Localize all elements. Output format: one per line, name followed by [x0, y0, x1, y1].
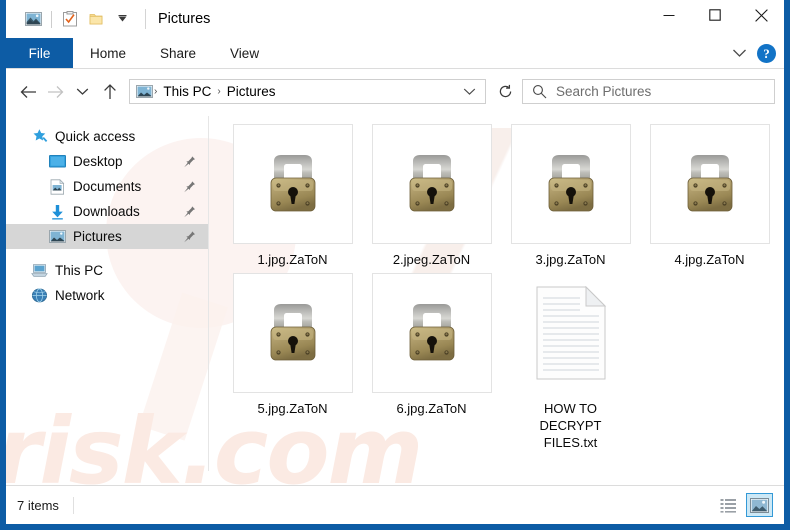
file-explorer-window: risk.com Pictures File Home Share View ?…	[0, 0, 790, 530]
window-title: Pictures	[145, 9, 210, 29]
pictures-folder-icon[interactable]	[20, 6, 46, 32]
sidebar-item-label: This PC	[55, 263, 104, 278]
file-name: 2.jpeg.ZaToN	[392, 252, 471, 267]
file-thumbnail	[649, 124, 770, 244]
sidebar-item-this-pc[interactable]: This PC	[6, 258, 208, 283]
text-file-icon	[536, 286, 606, 380]
maximize-button[interactable]	[692, 0, 738, 30]
desktop-icon	[48, 153, 66, 171]
recent-locations-chevron-down-icon[interactable]	[69, 78, 96, 106]
navigation-pane: Quick access Desktop Documents Downloads…	[6, 114, 208, 485]
properties-icon[interactable]	[57, 6, 83, 32]
new-folder-icon[interactable]	[83, 6, 109, 32]
file-thumbnail	[510, 124, 631, 244]
file-item[interactable]: 1.jpg.ZaToN	[223, 124, 362, 268]
pin-icon[interactable]	[183, 229, 196, 248]
tab-view[interactable]: View	[213, 38, 276, 68]
pictures-icon	[48, 228, 66, 246]
ribbon-right-controls: ?	[732, 38, 776, 69]
file-item[interactable]: HOW TO DECRYPT FILES.txt	[501, 273, 640, 451]
tab-file[interactable]: File	[6, 38, 73, 68]
status-bar: 7 items	[6, 485, 784, 524]
sidebar-item-label: Quick access	[55, 129, 136, 144]
close-button[interactable]	[738, 0, 784, 30]
details-view-button[interactable]	[715, 493, 742, 517]
file-list-view: 1.jpg.ZaToN 2.jpeg.ZaToN 3.jpg.ZaToN 4.j…	[209, 114, 784, 485]
file-item[interactable]: 2.jpeg.ZaToN	[362, 124, 501, 268]
thumbnail-view-button[interactable]	[746, 493, 773, 517]
documents-icon	[48, 178, 66, 196]
sidebar-item-label: Desktop	[73, 154, 123, 169]
refresh-button[interactable]	[492, 79, 518, 104]
file-name: 5.jpg.ZaToN	[257, 401, 328, 416]
file-name: 3.jpg.ZaToN	[535, 252, 606, 267]
breadcrumb-pictures[interactable]: Pictures	[222, 80, 281, 103]
sidebar-item-downloads[interactable]: Downloads	[6, 199, 208, 224]
sidebar-item-label: Network	[55, 288, 105, 303]
ribbon-tab-bar: File Home Share View ?	[6, 38, 784, 69]
sidebar-item-label: Downloads	[73, 204, 140, 219]
minimize-button[interactable]	[646, 0, 692, 30]
sidebar-item-network[interactable]: Network	[6, 283, 208, 308]
forward-button[interactable]	[42, 78, 69, 106]
network-icon	[30, 287, 48, 305]
this-pc-icon	[30, 262, 48, 280]
breadcrumb-this-pc[interactable]: This PC	[158, 80, 216, 103]
customize-dropdown-icon[interactable]	[109, 6, 135, 32]
pin-icon[interactable]	[183, 154, 196, 173]
expand-ribbon-chevron-down-icon[interactable]	[732, 45, 747, 63]
padlock-icon	[409, 304, 454, 361]
padlock-icon	[270, 304, 315, 361]
padlock-icon	[687, 155, 732, 212]
address-dropdown-chevron-down-icon[interactable]	[456, 83, 483, 101]
title-bar: Pictures	[6, 0, 784, 38]
view-toggle-group	[715, 493, 773, 517]
sidebar-item-documents[interactable]: Documents	[6, 174, 208, 199]
address-bar[interactable]: › This PC › Pictures	[129, 79, 486, 104]
qat-separator	[51, 10, 52, 28]
file-item[interactable]: 5.jpg.ZaToN	[223, 273, 362, 451]
file-thumbnail	[510, 273, 631, 393]
file-item[interactable]: 4.jpg.ZaToN	[640, 124, 779, 268]
file-grid: 1.jpg.ZaToN 2.jpeg.ZaToN 3.jpg.ZaToN 4.j…	[223, 124, 784, 456]
pin-icon[interactable]	[183, 204, 196, 223]
file-name: 4.jpg.ZaToN	[674, 252, 745, 267]
window-controls	[646, 0, 784, 30]
search-input[interactable]: Search Pictures	[556, 84, 651, 99]
sidebar-item-pictures[interactable]: Pictures	[6, 224, 208, 249]
file-item[interactable]: 3.jpg.ZaToN	[501, 124, 640, 268]
star-pin-icon	[30, 128, 48, 146]
file-thumbnail	[371, 124, 492, 244]
help-icon[interactable]: ?	[757, 44, 776, 63]
downloads-icon	[48, 203, 66, 221]
explorer-body: Quick access Desktop Documents Downloads…	[6, 114, 784, 485]
file-thumbnail	[371, 273, 492, 393]
file-thumbnail	[232, 124, 353, 244]
tab-share[interactable]: Share	[143, 38, 213, 68]
search-box[interactable]: Search Pictures	[522, 79, 775, 104]
up-button[interactable]	[96, 78, 123, 106]
back-button[interactable]	[15, 78, 42, 106]
sidebar-item-quick-access[interactable]: Quick access	[6, 124, 208, 149]
pin-icon[interactable]	[183, 179, 196, 198]
padlock-icon	[270, 155, 315, 212]
file-thumbnail	[232, 273, 353, 393]
sidebar-item-label: Documents	[73, 179, 142, 194]
padlock-icon	[409, 155, 454, 212]
quick-access-toolbar	[6, 6, 135, 32]
navigation-bar: › This PC › Pictures Search Pictures	[6, 69, 784, 114]
address-pictures-icon	[136, 85, 153, 98]
item-count: 7 items	[17, 496, 74, 514]
sidebar-item-desktop[interactable]: Desktop	[6, 149, 208, 174]
search-icon	[532, 84, 547, 99]
file-name: 1.jpg.ZaToN	[257, 252, 328, 267]
padlock-icon	[548, 155, 593, 212]
tab-home[interactable]: Home	[73, 38, 143, 68]
sidebar-item-label: Pictures	[73, 229, 122, 244]
file-name: 6.jpg.ZaToN	[396, 401, 467, 416]
file-item[interactable]: 6.jpg.ZaToN	[362, 273, 501, 451]
file-name: HOW TO DECRYPT FILES.txt	[539, 401, 602, 450]
